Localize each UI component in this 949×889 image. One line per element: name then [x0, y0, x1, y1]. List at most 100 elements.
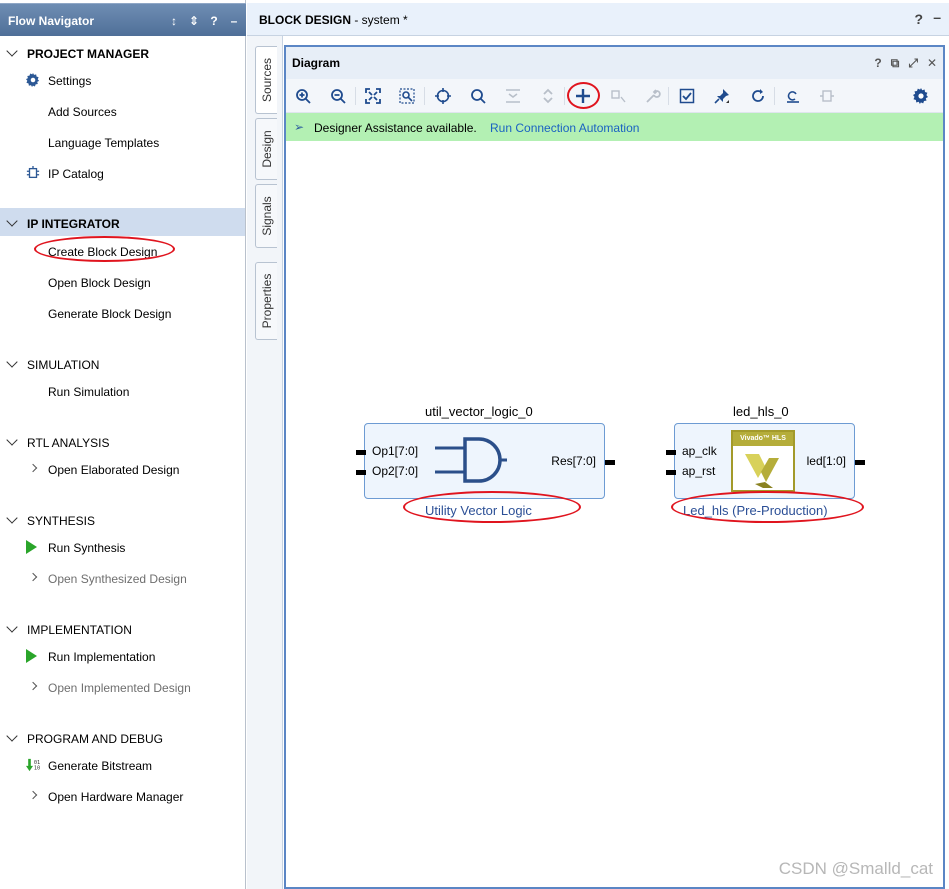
wrench-icon[interactable]	[644, 87, 662, 105]
vertical-tab-strip: Sources Design Signals Properties	[247, 36, 283, 889]
diagram-panel: Diagram ? ⧉ ⤢ ✕ ➢ Designer Assistance av…	[284, 45, 945, 889]
toolbar-separator	[424, 87, 425, 105]
zoom-area-icon[interactable]	[398, 87, 416, 105]
minimize-icon[interactable]: –	[228, 14, 240, 28]
tab-signals[interactable]: Signals	[255, 184, 277, 248]
section-implementation[interactable]: IMPLEMENTATION	[0, 614, 245, 642]
nav-item-open-hardware-manager[interactable]: Open Hardware Manager	[0, 782, 245, 810]
nav-item-language-templates[interactable]: Language Templates	[0, 128, 245, 156]
flow-navigator: Flow Navigator ↕ ⇕ ? – PROJECT MANAGER S…	[0, 0, 246, 889]
nav-item-open-synthesized-design[interactable]: Open Synthesized Design	[0, 564, 245, 592]
input-port-label: ap_clk	[682, 444, 717, 458]
output-port-label: Res[7:0]	[551, 454, 596, 468]
collapse-icon[interactable]	[504, 87, 522, 105]
section-rtl-analysis[interactable]: RTL ANALYSIS	[0, 427, 245, 455]
toolbar-separator	[355, 87, 356, 105]
nav-item-open-block-design[interactable]: Open Block Design	[0, 268, 245, 296]
nav-item-run-synthesis[interactable]: Run Synthesis	[0, 533, 245, 561]
gear-icon[interactable]	[912, 87, 930, 105]
port-pin[interactable]	[666, 470, 676, 475]
port-pin[interactable]	[356, 450, 366, 455]
chevron-down-icon	[6, 215, 18, 227]
add-ip-icon[interactable]	[574, 87, 592, 105]
block-design-header: BLOCK DESIGN - system * ? –	[247, 3, 949, 36]
zoom-fit-icon[interactable]	[364, 87, 382, 105]
diagram-canvas[interactable]: util_vector_logic_0 Op1[7:0] Op2[7:0] Re…	[286, 141, 943, 887]
section-program-and-debug[interactable]: PROGRAM AND DEBUG	[0, 723, 245, 751]
add-module-icon[interactable]	[609, 87, 627, 105]
chevron-down-icon	[6, 512, 18, 524]
chevron-right-icon	[28, 681, 38, 691]
bitstream-icon: 01 10	[26, 758, 40, 772]
block-type-label: Led_hls (Pre-Production)	[683, 503, 828, 518]
minimize-icon[interactable]: –	[933, 9, 941, 25]
pin-icon[interactable]	[713, 87, 731, 105]
port-pin[interactable]	[855, 460, 865, 465]
nav-item-label: IP Catalog	[48, 167, 104, 181]
nav-item-generate-bitstream[interactable]: 01 10 Generate Bitstream	[0, 751, 245, 779]
block-design-title: BLOCK DESIGN - system *	[259, 13, 408, 27]
watermark: CSDN @Smalld_cat	[778, 859, 933, 878]
section-label: PROJECT MANAGER	[27, 47, 150, 61]
expand-icon[interactable]	[539, 87, 557, 105]
ip-chip-icon	[26, 166, 40, 180]
nav-item-open-elaborated-design[interactable]: Open Elaborated Design	[0, 455, 245, 483]
refresh-icon[interactable]	[749, 87, 767, 105]
validate-icon[interactable]	[678, 87, 696, 105]
section-project-manager[interactable]: PROJECT MANAGER	[0, 38, 245, 66]
run-connection-automation-link[interactable]: Run Connection Automation	[490, 121, 639, 135]
nav-item-add-sources[interactable]: Add Sources	[0, 97, 245, 125]
block-instance-name: util_vector_logic_0	[425, 404, 533, 419]
zoom-out-icon[interactable]	[329, 87, 347, 105]
help-icon[interactable]: ?	[874, 56, 881, 71]
tab-properties[interactable]: Properties	[255, 262, 277, 340]
nav-item-settings[interactable]: Settings	[0, 66, 245, 94]
close-icon[interactable]: ✕	[927, 56, 937, 71]
output-port-label: led[1:0]	[806, 454, 846, 468]
help-icon[interactable]: ?	[208, 14, 220, 28]
nav-item-label: Language Templates	[48, 136, 160, 150]
flow-navigator-title: Flow Navigator	[8, 14, 95, 28]
section-simulation[interactable]: SIMULATION	[0, 349, 245, 377]
block-led-hls[interactable]: ap_clk ap_rst led[1:0] Vivado™ HLS	[674, 423, 855, 499]
nav-item-create-block-design[interactable]: Create Block Design	[0, 237, 245, 265]
help-icon[interactable]: ?	[914, 11, 923, 27]
restore-icon[interactable]: ⧉	[891, 56, 900, 71]
nav-item-label: Open Block Design	[48, 276, 151, 290]
collapse-all-icon[interactable]: ↕	[168, 14, 180, 28]
toolbar-separator	[668, 87, 669, 105]
expand-all-icon[interactable]: ⇕	[188, 14, 200, 28]
nav-item-ip-catalog[interactable]: IP Catalog	[0, 159, 245, 187]
block-util-vector-logic[interactable]: Op1[7:0] Op2[7:0] Res[7:0]	[364, 423, 605, 499]
regenerate-layout-icon[interactable]	[784, 87, 802, 105]
float-icon[interactable]: ⤢	[908, 56, 918, 71]
nav-item-generate-block-design[interactable]: Generate Block Design	[0, 299, 245, 327]
play-icon	[26, 540, 40, 554]
nav-item-label: Run Synthesis	[48, 541, 126, 555]
nav-item-label: Create Block Design	[48, 245, 158, 259]
port-icon[interactable]	[818, 87, 836, 105]
block-type-label: Utility Vector Logic	[425, 503, 532, 518]
chevron-right-icon	[28, 463, 38, 473]
port-pin[interactable]	[666, 450, 676, 455]
tab-sources[interactable]: Sources	[255, 46, 277, 114]
nav-item-label: Open Synthesized Design	[48, 572, 187, 586]
port-pin[interactable]	[356, 470, 366, 475]
chevron-down-icon	[6, 45, 18, 57]
nav-item-label: Run Simulation	[48, 385, 130, 399]
nav-item-run-implementation[interactable]: Run Implementation	[0, 642, 245, 670]
center-icon[interactable]	[434, 87, 452, 105]
section-label: SYNTHESIS	[27, 514, 96, 528]
section-synthesis[interactable]: SYNTHESIS	[0, 505, 245, 533]
tab-design[interactable]: Design	[255, 118, 277, 180]
nav-item-run-simulation[interactable]: Run Simulation	[0, 377, 245, 405]
diagram-header: Diagram ? ⧉ ⤢ ✕	[286, 47, 943, 79]
zoom-in-icon[interactable]	[294, 87, 312, 105]
search-icon[interactable]	[469, 87, 487, 105]
input-port-label: ap_rst	[682, 464, 716, 478]
assist-message: Designer Assistance available.	[314, 121, 477, 135]
section-label: SIMULATION	[27, 358, 100, 372]
section-ip-integrator[interactable]: IP INTEGRATOR	[0, 208, 245, 236]
nav-item-open-implemented-design[interactable]: Open Implemented Design	[0, 673, 245, 701]
port-pin[interactable]	[605, 460, 615, 465]
